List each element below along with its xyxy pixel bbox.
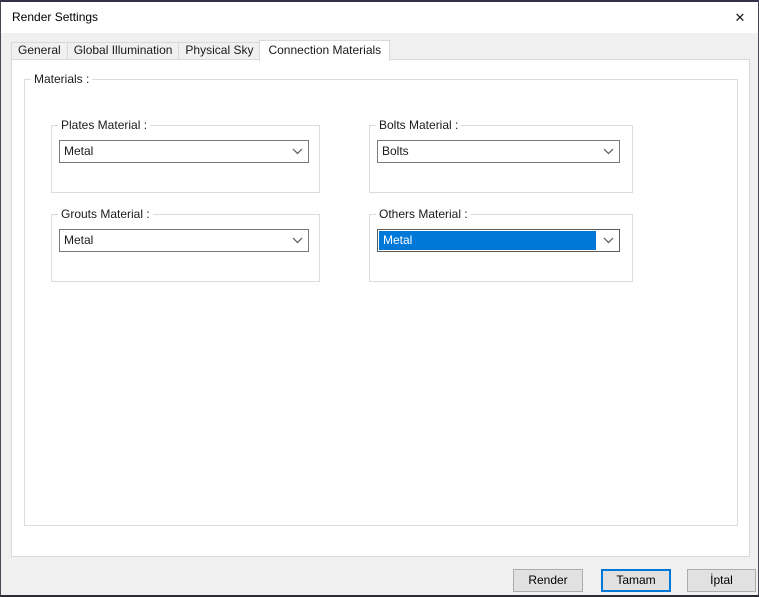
tab-general[interactable]: General bbox=[11, 42, 68, 59]
bolts-material-combobox[interactable]: Bolts bbox=[377, 140, 620, 163]
tab-page-connection-materials: Materials : Plates Material : Metal Bolt… bbox=[11, 59, 750, 557]
cancel-button[interactable]: İptal bbox=[687, 569, 756, 592]
materials-group-label: Materials : bbox=[31, 72, 92, 87]
others-material-combobox[interactable]: Metal bbox=[377, 229, 620, 252]
chevron-down-icon[interactable] bbox=[597, 230, 619, 251]
others-material-label: Others Material : bbox=[376, 207, 471, 222]
tab-strip: General Global Illumination Physical Sky… bbox=[11, 40, 389, 59]
chevron-down-icon[interactable] bbox=[286, 230, 308, 251]
plates-material-label: Plates Material : bbox=[58, 118, 150, 133]
chevron-down-icon[interactable] bbox=[597, 141, 619, 162]
render-button[interactable]: Render bbox=[513, 569, 583, 592]
tab-global-illumination[interactable]: Global Illumination bbox=[67, 42, 180, 59]
bolts-material-label: Bolts Material : bbox=[376, 118, 461, 133]
grouts-material-value: Metal bbox=[64, 230, 93, 251]
grouts-material-groupbox: Grouts Material : Metal bbox=[51, 214, 320, 282]
others-material-value: Metal bbox=[383, 230, 412, 251]
plates-material-groupbox: Plates Material : Metal bbox=[51, 125, 320, 193]
window-titlebar: Render Settings ✕ bbox=[1, 2, 758, 33]
close-button[interactable]: ✕ bbox=[725, 2, 755, 33]
plates-material-value: Metal bbox=[64, 141, 93, 162]
grouts-material-label: Grouts Material : bbox=[58, 207, 153, 222]
ok-button[interactable]: Tamam bbox=[601, 569, 671, 592]
bolts-material-value: Bolts bbox=[382, 141, 409, 162]
materials-groupbox: Materials : Plates Material : Metal Bolt… bbox=[24, 79, 738, 526]
plates-material-combobox[interactable]: Metal bbox=[59, 140, 309, 163]
tab-connection-materials[interactable]: Connection Materials bbox=[259, 40, 390, 61]
close-icon: ✕ bbox=[735, 10, 746, 26]
bolts-material-groupbox: Bolts Material : Bolts bbox=[369, 125, 633, 193]
chevron-down-icon[interactable] bbox=[286, 141, 308, 162]
window-title: Render Settings bbox=[12, 2, 98, 33]
render-settings-dialog: { "window": { "title": "Render Settings"… bbox=[0, 0, 759, 597]
tab-physical-sky[interactable]: Physical Sky bbox=[178, 42, 260, 59]
others-material-groupbox: Others Material : Metal bbox=[369, 214, 633, 282]
grouts-material-combobox[interactable]: Metal bbox=[59, 229, 309, 252]
